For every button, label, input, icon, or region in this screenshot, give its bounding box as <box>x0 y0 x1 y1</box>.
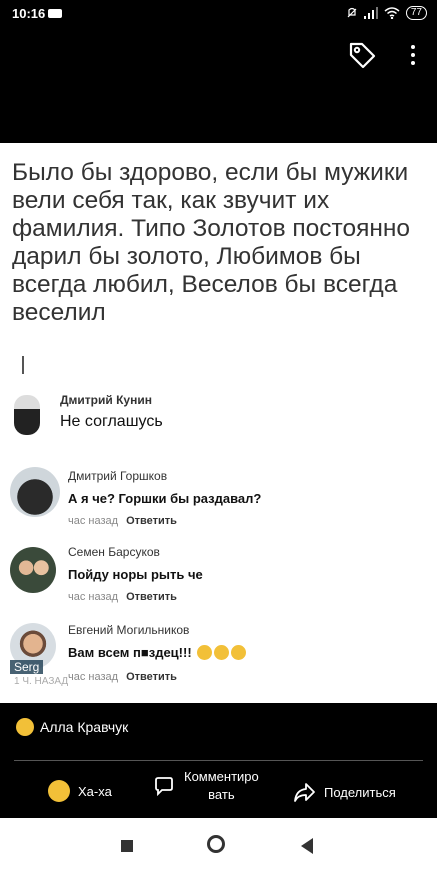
post-image[interactable]: Было бы здорово, если бы мужики вели себ… <box>0 143 437 703</box>
comment-label-line-2: вать <box>208 787 235 802</box>
comment-author: Дмитрий Кунин <box>60 393 152 407</box>
comment-text: Вам всем п■здец!!! <box>68 645 192 660</box>
reply-link[interactable]: Ответить <box>126 515 177 527</box>
comment-bubble-icon <box>155 777 173 797</box>
comment-label-line-1: Комментиро <box>184 769 259 784</box>
laugh-emoji-icon <box>231 645 247 660</box>
signal-icon <box>363 7 378 19</box>
avatar <box>10 467 60 517</box>
comment-time: час назад <box>68 515 119 527</box>
reply-link[interactable]: Ответить <box>126 591 177 603</box>
comment-time: час назад <box>68 671 119 683</box>
wifi-icon <box>384 7 400 19</box>
watermark-name: Serg <box>14 660 40 674</box>
tag-icon[interactable] <box>347 40 377 70</box>
comment-label: Комментиро вать <box>184 768 259 804</box>
status-bar: 10:16 77 <box>0 0 437 28</box>
nav-bar <box>0 818 437 874</box>
share-arrow-icon <box>294 783 315 802</box>
comment-author: Дмитрий Горшков <box>68 469 168 483</box>
comment-text-line: Вам всем п■здец!!! <box>68 645 247 660</box>
laugh-emoji-icon <box>197 645 213 660</box>
notification-icon <box>48 9 62 18</box>
comment-text: А я че? Горшки бы раздавал? <box>68 491 262 506</box>
battery-indicator: 77 <box>405 6 427 20</box>
watermark-box: Serg <box>10 660 44 674</box>
comment-meta: час назад Ответить <box>68 515 177 527</box>
comment-button[interactable]: Комментиро вать <box>152 768 259 804</box>
text-cursor <box>22 356 24 374</box>
comment-author: Евгений Могильников <box>68 623 190 637</box>
action-bar: Ха-ха Комментиро вать Поделиться <box>0 768 437 816</box>
comment-text: Пойду норы рыть че <box>68 567 203 582</box>
home-icon[interactable] <box>207 835 225 853</box>
laugh-emoji-icon <box>214 645 230 660</box>
laugh-emoji-icon <box>16 718 34 736</box>
share-label: Поделиться <box>324 784 396 800</box>
reply-link[interactable]: Ответить <box>126 671 177 683</box>
haha-button[interactable]: Ха-ха <box>46 780 112 802</box>
comment-meta: час назад Ответить <box>68 671 177 683</box>
more-vertical-icon[interactable] <box>407 43 419 67</box>
comment-time: час назад <box>68 591 119 603</box>
avatar <box>14 395 40 435</box>
laugh-emoji-icon <box>48 780 70 802</box>
watermark-sub: 1 Ч. НАЗАД <box>14 676 69 687</box>
haha-label: Ха-ха <box>78 783 112 799</box>
divider <box>14 760 423 761</box>
recents-icon[interactable] <box>121 840 133 852</box>
share-button[interactable]: Поделиться <box>292 780 396 804</box>
top-actions <box>347 40 419 70</box>
comment-author: Семен Барсуков <box>68 545 160 559</box>
quote-text: Было бы здорово, если бы мужики вели себ… <box>12 159 411 326</box>
status-right: 77 <box>346 6 427 20</box>
avatar <box>10 547 56 593</box>
reaction-row[interactable]: Алла Кравчук <box>14 718 128 736</box>
reaction-user[interactable]: Алла Кравчук <box>40 719 128 735</box>
status-time: 10:16 <box>12 6 46 21</box>
comment-text: Не соглашусь <box>60 413 163 430</box>
back-icon[interactable] <box>301 838 313 854</box>
alarm-off-icon <box>347 7 357 18</box>
comment-meta: час назад Ответить <box>68 591 177 603</box>
